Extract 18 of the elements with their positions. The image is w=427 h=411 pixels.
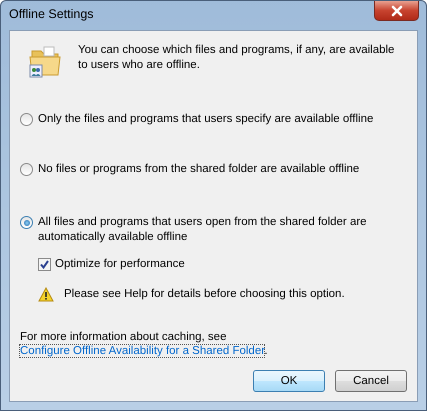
close-button[interactable] xyxy=(374,1,419,21)
radio-button[interactable] xyxy=(20,216,33,229)
checkbox[interactable] xyxy=(38,258,51,271)
window-title: Offline Settings xyxy=(9,7,94,21)
info-text: For more information about caching, see Configure Offline Availability for a Shared Folder. xyxy=(20,330,269,358)
close-icon xyxy=(390,4,404,16)
option-label: Only the files and programs that users specify are available offline xyxy=(38,112,374,127)
checkbox-label: Optimize for performance xyxy=(55,257,185,272)
warning-text: Please see Help for details before choosing this option. xyxy=(64,287,345,302)
option-label: All files and programs that users open from the shared folder are automatically available offline xyxy=(38,215,368,245)
radio-button[interactable] xyxy=(20,163,33,176)
radio-button[interactable] xyxy=(20,113,33,126)
dialog-button[interactable]: OK xyxy=(253,370,325,392)
warning-icon xyxy=(38,287,54,302)
option-label: No files or programs from the shared folder are available offline xyxy=(38,162,360,177)
intro-text: You can choose which files and programs, if any, are available to users who are offline. xyxy=(78,43,396,73)
dialog-button[interactable]: Cancel xyxy=(335,370,407,392)
help-link[interactable]: Configure Offline Availability for a Shared Folder xyxy=(20,345,264,357)
